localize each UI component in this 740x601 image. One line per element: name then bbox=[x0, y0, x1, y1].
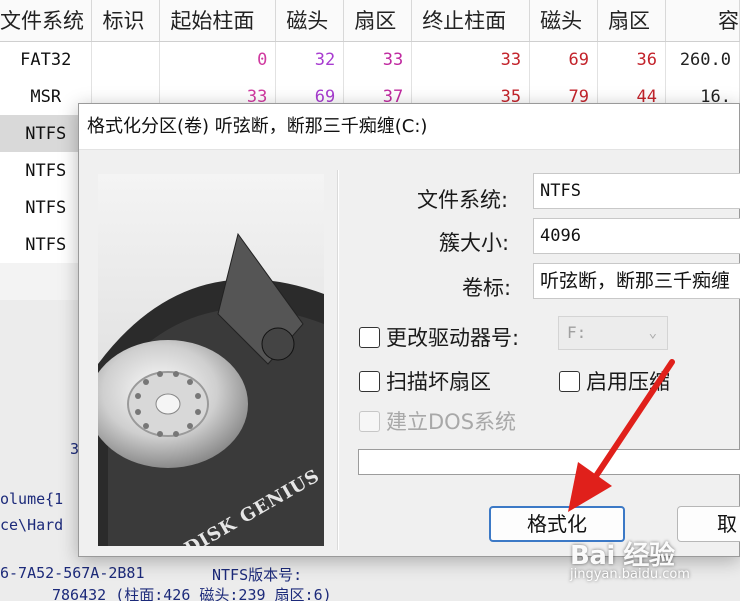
disk-genius-image: DISK GENIUS bbox=[98, 174, 324, 546]
col-head[interactable]: 磁头 bbox=[275, 0, 345, 42]
checkbox-box[interactable] bbox=[559, 370, 580, 392]
format-partition-dialog: 格式化分区(卷) 听弦断，断那三千痴缠(C:) DISK GENIUS 文件系统… bbox=[78, 103, 740, 557]
baidu-jingyan-watermark: Bai 经验 jingyan.baidu.com bbox=[570, 535, 690, 582]
cell-end-sector: 36 bbox=[597, 41, 666, 78]
scan-bad-sectors-label: 扫描坏扇区 bbox=[386, 370, 491, 394]
detail-text: 786432 (柱面:426 磁头:239 扇区:6) bbox=[52, 586, 332, 601]
cancel-button[interactable]: 取 bbox=[677, 506, 740, 542]
detail-text: olume{1 bbox=[0, 490, 64, 508]
detail-text: 6-7A52-567A-2B81 bbox=[0, 564, 145, 582]
volume-label-label: 卷标: bbox=[462, 276, 512, 300]
chevron-down-icon: ⌄ bbox=[648, 325, 657, 341]
cluster-size-select[interactable]: 4096 bbox=[533, 218, 740, 254]
col-end-cylinder[interactable]: 终止柱面 bbox=[411, 0, 531, 42]
create-dos-system-checkbox: 建立DOS系统 bbox=[359, 406, 516, 436]
dialog-divider bbox=[337, 170, 339, 550]
col-sector[interactable]: 扇区 bbox=[343, 0, 413, 42]
drive-letter-select[interactable]: F: ⌄ bbox=[558, 316, 668, 350]
detail-text: ce\Hard bbox=[0, 516, 64, 534]
create-dos-system-label: 建立DOS系统 bbox=[386, 410, 517, 434]
checkbox-box[interactable] bbox=[359, 370, 380, 392]
cell-capacity: 260.0 bbox=[665, 41, 740, 78]
scan-bad-sectors-checkbox[interactable]: 扫描坏扇区 bbox=[359, 366, 491, 396]
col-filesystem[interactable]: 文件系统 bbox=[0, 0, 93, 42]
cell-fs: FAT32 bbox=[0, 41, 93, 78]
format-progress-bar bbox=[358, 449, 740, 475]
table-header: 文件系统 标识 起始柱面 磁头 扇区 终止柱面 磁头 扇区 容 bbox=[0, 0, 740, 42]
cell-head: 32 bbox=[275, 41, 345, 78]
cell-start-cyl: 0 bbox=[159, 41, 277, 78]
change-drive-letter-checkbox[interactable]: 更改驱动器号: bbox=[359, 322, 519, 352]
change-drive-letter-label: 更改驱动器号: bbox=[386, 326, 520, 350]
detail-text: NTFS版本号: bbox=[212, 566, 303, 584]
checkbox-box[interactable] bbox=[359, 326, 380, 348]
file-system-select[interactable]: NTFS bbox=[533, 173, 740, 209]
col-end-sector[interactable]: 扇区 bbox=[597, 0, 666, 42]
cluster-size-label: 簇大小: bbox=[439, 231, 510, 255]
col-capacity[interactable]: 容 bbox=[665, 0, 740, 42]
watermark-url: jingyan.baidu.com bbox=[570, 567, 690, 582]
enable-compression-label: 启用压缩 bbox=[586, 370, 670, 394]
cell-end-cyl: 33 bbox=[411, 41, 531, 78]
cell-sector: 33 bbox=[343, 41, 413, 78]
cell-end-head: 69 bbox=[529, 41, 599, 78]
table-row[interactable]: FAT32 0 32 33 33 69 36 260.0 bbox=[0, 41, 740, 78]
volume-label-input[interactable]: 听弦断，断那三千痴缠 bbox=[533, 263, 740, 299]
file-system-label: 文件系统: bbox=[417, 188, 509, 212]
col-end-head[interactable]: 磁头 bbox=[529, 0, 599, 42]
col-start-cylinder[interactable]: 起始柱面 bbox=[159, 0, 277, 42]
col-id[interactable]: 标识 bbox=[91, 0, 161, 42]
enable-compression-checkbox[interactable]: 启用压缩 bbox=[559, 366, 670, 396]
dialog-title[interactable]: 格式化分区(卷) 听弦断，断那三千痴缠(C:) bbox=[79, 104, 739, 150]
drive-letter-value: F: bbox=[567, 323, 587, 342]
cell-id bbox=[91, 41, 161, 78]
checkbox-box bbox=[359, 410, 380, 432]
